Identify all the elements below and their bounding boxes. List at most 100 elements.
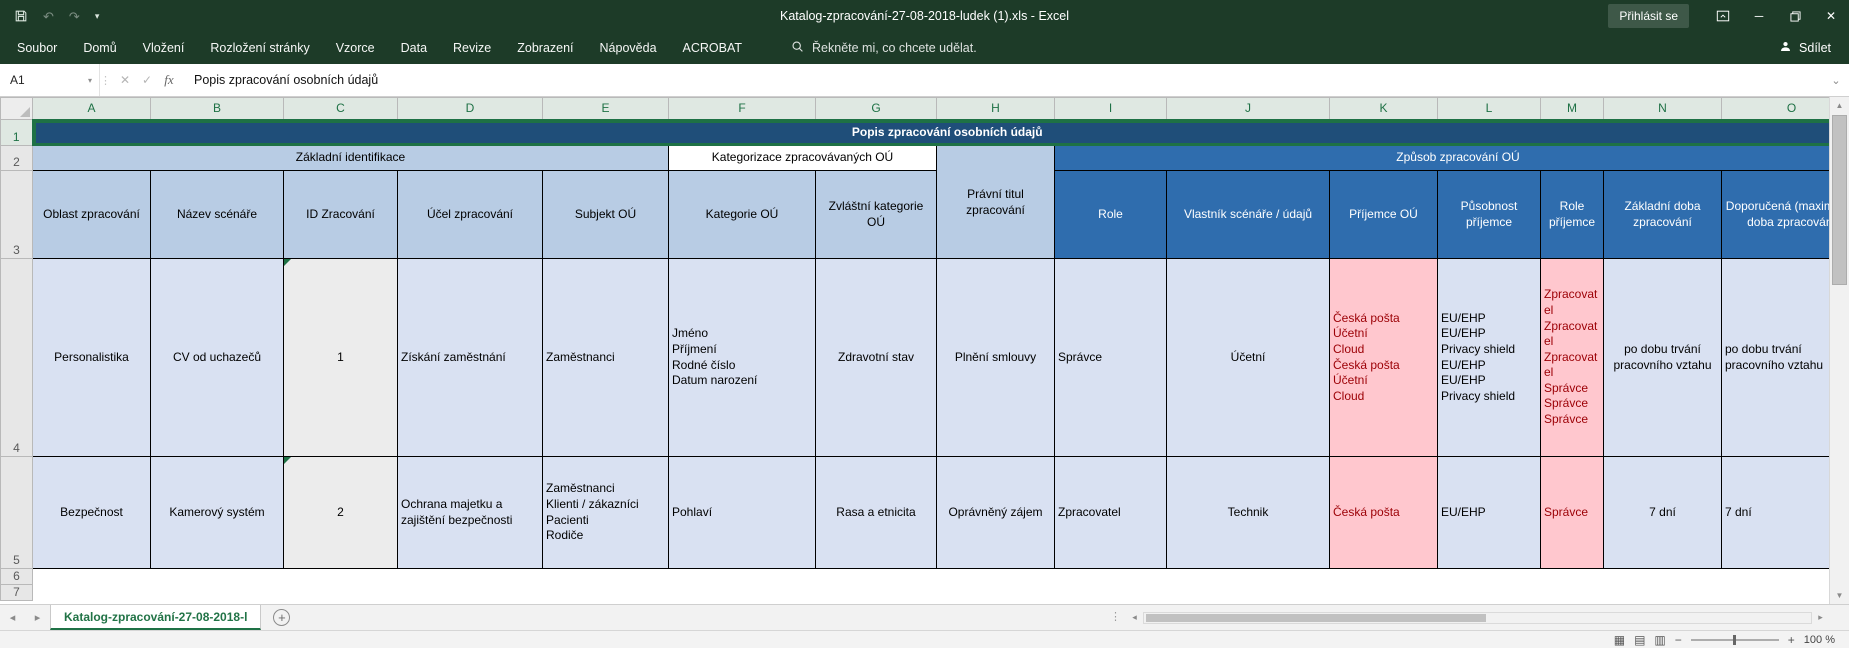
row-header-2[interactable]: 2 — [1, 146, 33, 171]
cell-h2[interactable]: Právní titul zpracování — [937, 146, 1055, 259]
cell-m4[interactable]: Zpracovatel Zpracovatel Zpracovatel Sprá… — [1541, 259, 1604, 457]
horizontal-scroll-track[interactable] — [1143, 612, 1812, 624]
tab-soubor[interactable]: Soubor — [4, 32, 70, 64]
column-header-f[interactable]: F — [669, 98, 816, 120]
tab-domu[interactable]: Domů — [70, 32, 129, 64]
cell-n3[interactable]: Základní doba zpracování — [1604, 171, 1722, 259]
tab-zobrazeni[interactable]: Zobrazení — [504, 32, 586, 64]
zoom-out-icon[interactable]: − — [1675, 634, 1682, 646]
row-header-3[interactable]: 3 — [1, 171, 33, 259]
ribbon-display-options-icon[interactable] — [1705, 0, 1741, 32]
cell-i5[interactable]: Zpracovatel — [1055, 457, 1167, 569]
column-header-g[interactable]: G — [816, 98, 937, 120]
vertical-scrollbar[interactable]: ▲ ▼ — [1829, 97, 1849, 604]
cell-b5[interactable]: Kamerový systém — [151, 457, 284, 569]
column-header-d[interactable]: D — [398, 98, 543, 120]
select-all-button[interactable] — [1, 98, 33, 120]
zoom-in-icon[interactable]: + — [1788, 634, 1795, 646]
cell-g3[interactable]: Zvláštní kategorie OÚ — [816, 171, 937, 259]
cell-j5[interactable]: Technik — [1167, 457, 1330, 569]
zoom-slider-knob[interactable] — [1733, 635, 1736, 645]
cell-k5[interactable]: Česká pošta — [1330, 457, 1438, 569]
share-button[interactable]: Sdílet — [1779, 40, 1831, 56]
cell-e4[interactable]: Zaměstnanci — [543, 259, 669, 457]
cell-c4[interactable]: 1 — [284, 259, 398, 457]
cell-c3[interactable]: ID Zracování — [284, 171, 398, 259]
cell-m5[interactable]: Správce — [1541, 457, 1604, 569]
cell-a5[interactable]: Bezpečnost — [33, 457, 151, 569]
cell-l5[interactable]: EU/EHP — [1438, 457, 1541, 569]
cell-h5[interactable]: Oprávněný zájem — [937, 457, 1055, 569]
view-page-break-button[interactable]: ▥ — [1654, 634, 1665, 646]
undo-icon[interactable]: ↶ — [43, 10, 54, 23]
cell-d5[interactable]: Ochrana majetku a zajištění bezpečnosti — [398, 457, 543, 569]
cell-n5[interactable]: 7 dní — [1604, 457, 1722, 569]
column-header-j[interactable]: J — [1167, 98, 1330, 120]
sign-in-button[interactable]: Přihlásit se — [1608, 4, 1689, 28]
horizontal-scroll-thumb[interactable] — [1146, 614, 1486, 622]
view-normal-button[interactable]: ▦ — [1614, 634, 1625, 646]
tab-vlozeni[interactable]: Vložení — [130, 32, 198, 64]
horizontal-scrollbar[interactable]: ◂ ▸ — [1126, 605, 1829, 630]
cancel-icon[interactable]: ✕ — [114, 73, 136, 87]
column-header-o[interactable]: O — [1722, 98, 1830, 120]
column-header-k[interactable]: K — [1330, 98, 1438, 120]
row-header-6[interactable]: 6 — [1, 569, 33, 585]
enter-icon[interactable]: ✓ — [136, 73, 158, 87]
cell-i4[interactable]: Správce — [1055, 259, 1167, 457]
cell-d3[interactable]: Účel zpracování — [398, 171, 543, 259]
scroll-left-icon[interactable]: ◂ — [1126, 612, 1143, 623]
column-header-i[interactable]: I — [1055, 98, 1167, 120]
column-header-m[interactable]: M — [1541, 98, 1604, 120]
tab-vzorce[interactable]: Vzorce — [323, 32, 388, 64]
name-box[interactable]: A1 ▾ — [0, 64, 100, 96]
column-header-c[interactable]: C — [284, 98, 398, 120]
cell-a3[interactable]: Oblast zpracování — [33, 171, 151, 259]
cell-o5[interactable]: 7 dní — [1722, 457, 1830, 569]
cell-h4[interactable]: Plnění smlouvy — [937, 259, 1055, 457]
cell-o3[interactable]: Doporučená (maximální) doba zpracování — [1722, 171, 1830, 259]
cell-f2[interactable]: Kategorizace zpracovávaných OÚ — [669, 146, 937, 171]
cell-e5[interactable]: Zaměstnanci Klienti / zákazníci Pacienti… — [543, 457, 669, 569]
cell-a6[interactable] — [33, 569, 1830, 585]
row-header-7[interactable]: 7 — [1, 585, 33, 601]
column-header-e[interactable]: E — [543, 98, 669, 120]
sheet-tab-active[interactable]: Katalog-zpracování-27-08-2018-l — [50, 605, 261, 630]
cell-a1[interactable]: Popis zpracování osobních údajů — [33, 120, 1830, 146]
cell-l4[interactable]: EU/EHP EU/EHP Privacy shield EU/EHP EU/E… — [1438, 259, 1541, 457]
cell-m3[interactable]: Role příjemce — [1541, 171, 1604, 259]
cell-e3[interactable]: Subjekt OÚ — [543, 171, 669, 259]
tab-data[interactable]: Data — [388, 32, 440, 64]
cell-n4[interactable]: po dobu trvání pracovního vztahu — [1604, 259, 1722, 457]
cell-b4[interactable]: CV od uchazečů — [151, 259, 284, 457]
row-header-5[interactable]: 5 — [1, 457, 33, 569]
scroll-up-icon[interactable]: ▲ — [1830, 97, 1849, 114]
minimize-button[interactable]: ─ — [1741, 0, 1777, 32]
zoom-slider[interactable] — [1691, 639, 1779, 641]
cell-i3[interactable]: Role — [1055, 171, 1167, 259]
cell-l3[interactable]: Působnost příjemce — [1438, 171, 1541, 259]
tab-revize[interactable]: Revize — [440, 32, 504, 64]
redo-icon[interactable]: ↷ — [69, 10, 80, 23]
column-header-b[interactable]: B — [151, 98, 284, 120]
formula-bar-expand-icon[interactable]: ⌄ — [1823, 74, 1849, 87]
insert-function-icon[interactable]: fx — [158, 72, 180, 88]
cell-k4[interactable]: Česká pošta Účetní Cloud Česká pošta Úče… — [1330, 259, 1438, 457]
cell-b3[interactable]: Název scénáře — [151, 171, 284, 259]
view-page-layout-button[interactable]: ▤ — [1634, 634, 1645, 646]
tab-napoveda[interactable]: Nápověda — [587, 32, 670, 64]
cell-f3[interactable]: Kategorie OÚ — [669, 171, 816, 259]
column-header-n[interactable]: N — [1604, 98, 1722, 120]
tab-rozlozeni-stranky[interactable]: Rozložení stránky — [197, 32, 322, 64]
new-sheet-button[interactable]: + — [273, 609, 290, 626]
sheet-nav-left-icon[interactable]: ◂ — [0, 605, 25, 630]
cell-f4[interactable]: Jméno Příjmení Rodné číslo Datum narozen… — [669, 259, 816, 457]
column-header-a[interactable]: A — [33, 98, 151, 120]
sheet-nav-right-icon[interactable]: ▸ — [25, 605, 50, 630]
cell-j4[interactable]: Účetní — [1167, 259, 1330, 457]
tell-me-search[interactable]: Řekněte mi, co chcete udělat. — [791, 40, 977, 56]
cell-k3[interactable]: Příjemce OÚ — [1330, 171, 1438, 259]
row-header-4[interactable]: 4 — [1, 259, 33, 457]
tab-scroll-splitter[interactable]: ⋮ — [1110, 610, 1121, 623]
cell-j3[interactable]: Vlastník scénáře / údajů — [1167, 171, 1330, 259]
